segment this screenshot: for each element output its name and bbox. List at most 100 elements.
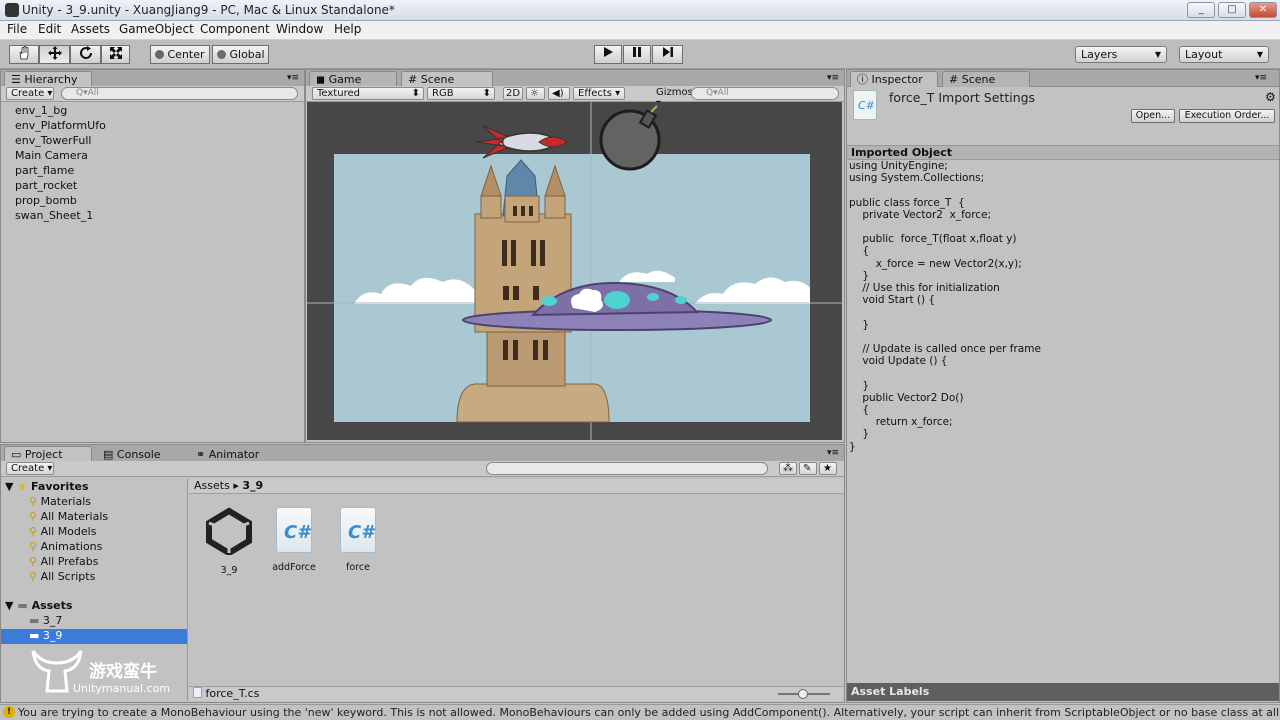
hierarchy-item[interactable]: Main Camera [15,149,88,162]
favorite-item[interactable]: ⚲ All Materials [29,510,108,523]
inspector-tabstrip: ⓘ Inspector # Scene ▾≡ [847,70,1279,87]
favorite-item[interactable]: ⚲ All Scripts [29,570,95,583]
console-icon: ▤ [103,448,114,461]
csharp-file-small-icon [193,687,202,698]
shading-label: Textured [317,88,360,99]
folder-item-selected[interactable]: ▬ 3_9 [1,629,187,644]
panel-menu-icon[interactable]: ▾≡ [827,448,839,458]
hierarchy-panel: ☰ Hierarchy ▾≡ Create ▾ Q▾All env_1_bg e… [0,69,305,443]
menu-gameobject[interactable]: GameObject [119,22,194,36]
scene-view-canvas[interactable] [307,102,842,440]
step-button[interactable] [652,45,683,64]
play-button[interactable] [594,45,622,64]
scene-grid-icon: # [949,73,959,86]
tab-console-label: Console [116,448,161,461]
asset-tile[interactable]: C# addForce [269,507,319,577]
move-tool-button[interactable] [39,45,70,64]
settings-gear-icon[interactable]: ⚙ [1265,90,1276,104]
filter-by-label-button[interactable]: ✎ [799,462,817,475]
rotate-tool-button[interactable] [70,45,101,64]
minimize-button[interactable]: _ [1187,2,1215,18]
hierarchy-item[interactable]: part_flame [15,164,74,177]
favorite-item[interactable]: ⚲ All Prefabs [29,555,99,568]
menu-edit[interactable]: Edit [38,22,61,36]
effects-dropdown[interactable]: Effects ▾ [573,87,625,100]
hierarchy-item[interactable]: env_TowerFull [15,134,91,147]
sun-icon: ☼ [530,88,539,99]
tab-game[interactable]: ◼ Game [309,71,397,87]
tab-animator[interactable]: ⚭ Animator [189,446,277,462]
tab-inspector[interactable]: ⓘ Inspector [850,71,938,87]
panel-menu-icon[interactable]: ▾≡ [827,73,839,83]
favorite-filter-button[interactable]: ★ [819,462,837,475]
hierarchy-item[interactable]: prop_bomb [15,194,77,207]
asset-tile[interactable]: C# force [333,507,383,577]
project-create-button[interactable]: Create ▾ [6,462,54,475]
tab-console[interactable]: ▤ Console [96,446,184,462]
menu-file[interactable]: File [7,22,27,36]
pause-button[interactable] [623,45,651,64]
scene-lighting-toggle[interactable]: ☼ [526,87,545,100]
maximize-button[interactable]: □ [1218,2,1246,18]
asset-tile[interactable]: 3_9 [204,507,254,577]
menu-component[interactable]: Component [200,22,270,36]
hierarchy-item[interactable]: env_1_bg [15,104,67,117]
tab-hierarchy-label: Hierarchy [24,73,78,86]
favorite-item[interactable]: ⚲ Animations [29,540,102,553]
menu-assets[interactable]: Assets [71,22,110,36]
console-status-bar[interactable]: ! You are trying to create a MonoBehavio… [0,704,1280,720]
icon-size-slider-thumb[interactable] [798,689,808,699]
breadcrumb-current[interactable]: 3_9 [242,479,263,492]
search-icon: ⚲ [29,510,38,523]
scene-viewport[interactable] [307,102,842,440]
scene-search-input[interactable]: Q▾All [691,87,839,100]
favorite-item[interactable]: ⚲ Materials [29,495,91,508]
pivot-center-toggle[interactable]: Center [150,45,210,64]
hierarchy-item[interactable]: part_rocket [15,179,77,192]
asset-name: addForce [272,562,316,573]
layout-dropdown[interactable]: Layout ▼ [1179,46,1269,63]
layers-dropdown[interactable]: Layers ▼ [1075,46,1167,63]
render-mode-dropdown[interactable]: RGB ⬍ [427,87,495,100]
search-icon: ⚲ [29,525,38,538]
project-subbar: Create ▾ ⁂ ✎ ★ [1,461,844,477]
tab-inspector-label: Inspector [871,73,923,86]
menu-help[interactable]: Help [334,22,361,36]
gizmos-label: Gizmos [656,87,693,98]
hierarchy-item[interactable]: env_PlatformUfo [15,119,106,132]
space-global-toggle[interactable]: Global [212,45,269,64]
open-button[interactable]: Open... [1131,109,1175,123]
panel-menu-icon[interactable]: ▾≡ [1255,73,1267,83]
gizmos-dropdown[interactable]: Gizmos ▾ [655,87,693,109]
favorite-item[interactable]: ⚲ All Models [29,525,96,538]
hierarchy-search-input[interactable]: Q▾All [61,87,298,100]
pause-icon [633,47,641,57]
project-search-input[interactable] [486,462,768,475]
search-icon: ⚲ [29,540,38,553]
scene-audio-toggle[interactable]: ◀) [548,87,570,100]
folder-item[interactable]: ▬ 3_7 [29,614,62,627]
menu-window[interactable]: Window [276,22,323,36]
filter-by-type-button[interactable]: ⁂ [779,462,797,475]
hierarchy-item[interactable]: swan_Sheet_1 [15,209,93,222]
hierarchy-create-button[interactable]: Create ▾ [6,87,54,100]
hand-tool-button[interactable] [9,45,39,64]
move-arrows-icon [47,46,62,60]
tab-scene[interactable]: # Scene [401,71,493,87]
panel-menu-icon[interactable]: ▾≡ [287,73,299,83]
assets-group[interactable]: ▼ ▬ Assets [5,599,72,612]
execution-order-button[interactable]: Execution Order... [1179,109,1275,123]
dropdown-arrow-icon: ▼ [1256,50,1263,59]
asset-labels-bar[interactable]: Asset Labels [847,683,1279,701]
breadcrumb-root[interactable]: Assets [194,479,230,492]
csharp-script-icon: C# [276,507,312,553]
tab-scene-secondary[interactable]: # Scene [942,71,1030,87]
toggle-2d-button[interactable]: 2D [503,87,523,100]
tab-hierarchy[interactable]: ☰ Hierarchy [4,71,92,87]
close-button[interactable]: ✕ [1249,2,1277,18]
favorite-label: All Materials [40,510,109,523]
scale-tool-button[interactable] [101,45,130,64]
shading-mode-dropdown[interactable]: Textured ⬍ [312,87,424,100]
favorites-group[interactable]: ▼ ★ Favorites [5,480,89,493]
tab-project[interactable]: ▭ Project [4,446,92,462]
